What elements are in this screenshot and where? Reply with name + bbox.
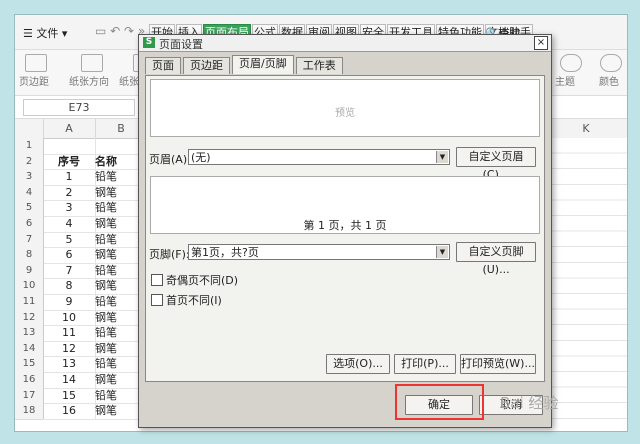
row-header[interactable]: 5 xyxy=(15,200,44,217)
margins-button[interactable]: 页边距 xyxy=(19,73,49,88)
header-select-value: (无) xyxy=(191,151,211,164)
cell-a[interactable]: 6 xyxy=(43,247,96,264)
first-page-label: 首页不同(I) xyxy=(166,294,222,307)
select-all-corner[interactable] xyxy=(15,119,44,138)
column-header-k[interactable]: K xyxy=(545,119,627,138)
cell-a[interactable]: 15 xyxy=(43,387,96,405)
print-button[interactable]: 打印(P)... xyxy=(394,354,456,374)
cell-a[interactable]: 12 xyxy=(43,340,96,358)
theme-button[interactable]: 主题 xyxy=(555,73,575,88)
cell-a[interactable]: 8 xyxy=(43,278,96,295)
app-logo-icon: S xyxy=(143,37,155,48)
chevron-down-icon[interactable]: ▼ xyxy=(436,246,448,258)
grid-right-columns[interactable] xyxy=(545,138,627,431)
highlight-box xyxy=(395,384,484,420)
row-header[interactable]: 8 xyxy=(15,247,44,264)
row-header[interactable]: 17 xyxy=(15,387,44,405)
tab-page[interactable]: 页面 xyxy=(145,57,181,74)
column-header-a[interactable]: A xyxy=(43,119,96,138)
tab-margins[interactable]: 页边距 xyxy=(183,57,230,74)
cell-a[interactable]: 3 xyxy=(43,200,96,217)
row-header[interactable]: 9 xyxy=(15,262,44,280)
cell-a[interactable]: 11 xyxy=(43,325,96,342)
orientation-button[interactable]: 纸张方向 xyxy=(69,73,109,88)
page-setup-dialog: S 页面设置 × 页面 页边距 页眉/页脚 工作表 预览 页眉(A): (无) … xyxy=(138,34,552,428)
tab-header-footer[interactable]: 页眉/页脚 xyxy=(232,55,294,74)
cell-a[interactable]: 10 xyxy=(43,309,96,327)
row-header[interactable]: 18 xyxy=(15,403,44,420)
custom-footer-button[interactable]: 自定义页脚(U)... xyxy=(456,242,536,276)
odd-even-checkbox[interactable] xyxy=(151,274,163,286)
row-header[interactable]: 4 xyxy=(15,184,44,202)
row-header[interactable]: 16 xyxy=(15,372,44,389)
odd-even-label: 奇偶页不同(D) xyxy=(166,274,239,287)
footer-label: 页脚(F): xyxy=(149,248,190,261)
footer-select[interactable]: 第1页，共?页 ▼ xyxy=(188,244,450,260)
header-footer-panel: 预览 页眉(A): (无) ▼ 自定义页眉(C)... 第 1 页，共 1 页 … xyxy=(145,75,545,382)
orientation-icon xyxy=(81,54,103,72)
print-preview-button[interactable]: 打印预览(W)... xyxy=(460,354,536,374)
row-header[interactable]: 11 xyxy=(15,294,44,311)
dialog-tabs: 页面 页边距 页眉/页脚 工作表 xyxy=(145,55,345,74)
cell-a[interactable]: 2 xyxy=(43,184,96,202)
dialog-titlebar[interactable]: S 页面设置 × xyxy=(139,35,551,52)
watermark-logo: Bai 经验 xyxy=(500,394,559,412)
cell-a[interactable]: 4 xyxy=(43,216,96,233)
file-menu-label: 文件 xyxy=(36,27,59,40)
cell-a[interactable]: 7 xyxy=(43,262,96,280)
first-page-checkbox[interactable] xyxy=(151,294,163,306)
cell-a[interactable] xyxy=(43,138,96,155)
header-select[interactable]: (无) ▼ xyxy=(188,149,450,165)
footer-select-value: 第1页，共?页 xyxy=(191,246,259,259)
footer-preview: 第 1 页，共 1 页 xyxy=(150,176,540,234)
name-box[interactable]: E73 xyxy=(23,99,135,116)
cell-a[interactable]: 13 xyxy=(43,356,96,373)
margins-icon xyxy=(25,54,47,72)
row-header[interactable]: 15 xyxy=(15,356,44,373)
color-button[interactable]: 颜色 xyxy=(599,73,619,88)
cell-a[interactable]: 序号 xyxy=(43,153,96,171)
row-header[interactable]: 3 xyxy=(15,169,44,186)
options-button[interactable]: 选项(O)... xyxy=(326,354,390,374)
cell-a[interactable]: 9 xyxy=(43,294,96,311)
row-header[interactable]: 2 xyxy=(15,153,44,171)
row-header[interactable]: 7 xyxy=(15,231,44,249)
file-menu[interactable]: ☰ 文件 ▾ xyxy=(23,25,67,41)
header-preview: 预览 xyxy=(150,79,540,137)
dialog-title: 页面设置 xyxy=(159,38,203,51)
tab-sheet[interactable]: 工作表 xyxy=(295,57,343,74)
close-icon[interactable]: × xyxy=(534,36,548,50)
palette-icon xyxy=(600,54,622,72)
preview-label: 预览 xyxy=(335,108,355,119)
custom-header-button[interactable]: 自定义页眉(C)... xyxy=(456,147,536,181)
cell-a[interactable]: 14 xyxy=(43,372,96,389)
row-header[interactable]: 6 xyxy=(15,216,44,233)
footer-preview-text: 第 1 页，共 1 页 xyxy=(303,219,387,232)
row-header[interactable]: 1 xyxy=(15,138,44,155)
theme-icon xyxy=(560,54,582,72)
header-label: 页眉(A): xyxy=(149,153,191,166)
cell-a[interactable]: 5 xyxy=(43,231,96,249)
row-header[interactable]: 14 xyxy=(15,340,44,358)
row-header[interactable]: 12 xyxy=(15,309,44,327)
cell-a[interactable]: 16 xyxy=(43,403,96,420)
cell-a[interactable]: 1 xyxy=(43,169,96,186)
row-header[interactable]: 13 xyxy=(15,325,44,342)
chevron-down-icon[interactable]: ▼ xyxy=(436,151,448,163)
row-header[interactable]: 10 xyxy=(15,278,44,295)
